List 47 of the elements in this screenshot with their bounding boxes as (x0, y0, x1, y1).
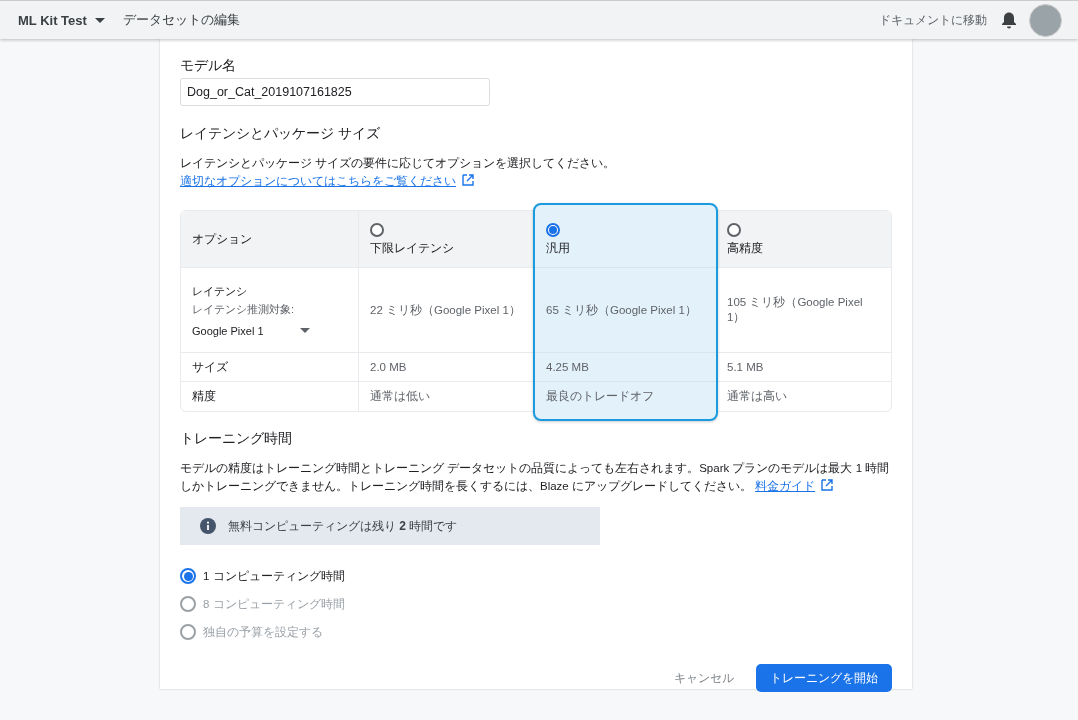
row-label: レイテンシ (192, 283, 248, 299)
link[interactable]: 料金ガイド (755, 480, 834, 492)
caption: レイテンシ推測対象: (192, 301, 296, 317)
table-cell-text: 4.25 MB (546, 361, 590, 373)
external-link-icon (821, 479, 834, 491)
section-heading: レイテンシとパッケージ サイズ (180, 125, 381, 143)
table-cell-text: 105 ミリ秒（Google Pixel 1） (727, 295, 864, 325)
caret-icon (94, 17, 105, 23)
radio-label: 1 コンピューティング時間 (203, 568, 345, 584)
table-cell-text: 65 ミリ秒（Google Pixel 1） (546, 302, 698, 318)
link[interactable]: 適切なオプションについてはこちらをご覧ください (180, 175, 474, 187)
option-name: 高精度 (727, 241, 764, 256)
radio-button[interactable] (727, 223, 741, 237)
radio-button[interactable] (546, 223, 560, 237)
device-dropdown[interactable]: Google Pixel 1 (192, 324, 310, 337)
table-cell-text: 22 ミリ秒（Google Pixel 1） (370, 302, 522, 318)
row-label: サイズ (192, 359, 229, 375)
row-label: 精度 (192, 389, 217, 404)
field-label: モデル名 (180, 57, 237, 75)
section-description: レイテンシとパッケージ サイズの要件に応じてオプションを選択してください。 適切なオプションについてはこちらをご覧ください (180, 156, 617, 190)
radio-button[interactable] (370, 223, 384, 237)
external-link-icon (462, 174, 474, 186)
bell-icon (1001, 11, 1017, 29)
cancel-button[interactable]: キャンセル (668, 669, 740, 687)
table-header: オプション (192, 231, 253, 247)
start-training-button[interactable]: トレーニングを開始 (756, 664, 892, 692)
model-name-field[interactable]: Dog_or_Cat_2019107161825 (180, 78, 490, 106)
info-text: 無料コンピューティングは残り 2 時間です (228, 517, 458, 535)
radio-label: 独自の予算を設定する (203, 624, 323, 640)
selected-option-column[interactable]: 汎用 65 ミリ秒（Google Pixel 1） 4.25 MB 最良のトレードオフ (533, 203, 718, 421)
page-title: データセットの編集 (122, 11, 240, 29)
table-cell-text: 2.0 MB (370, 361, 408, 373)
radio-label: 8 コンピューティング時間 (203, 596, 345, 612)
caret-icon (300, 328, 310, 333)
avatar[interactable] (1029, 3, 1062, 37)
info-icon (200, 518, 216, 534)
table-cell-text: 最良のトレードオフ (546, 389, 655, 404)
option-name: 下限レイテンシ (370, 241, 455, 256)
option-name: 汎用 (546, 241, 571, 256)
table-cell-text: 5.1 MB (727, 361, 765, 373)
project-selector[interactable]: ML Kit Test (18, 12, 105, 28)
section-heading: トレーニング時間 (180, 430, 293, 448)
table-cell-text: 通常は低い (370, 389, 431, 404)
radio-button[interactable] (180, 568, 196, 584)
docs-link[interactable]: ドキュメントに移動 (879, 11, 987, 29)
section-description: モデルの精度はトレーニング時間とトレーニング データセットの品質によっても左右されます。Spark プランのモデルは最大 1 時間しかトレーニングできません。トレーニング時間を長くするには、Blaze にアップグレードしてください。 料金ガイド (180, 461, 891, 494)
table-cell-text: 通常は高い (727, 389, 788, 404)
